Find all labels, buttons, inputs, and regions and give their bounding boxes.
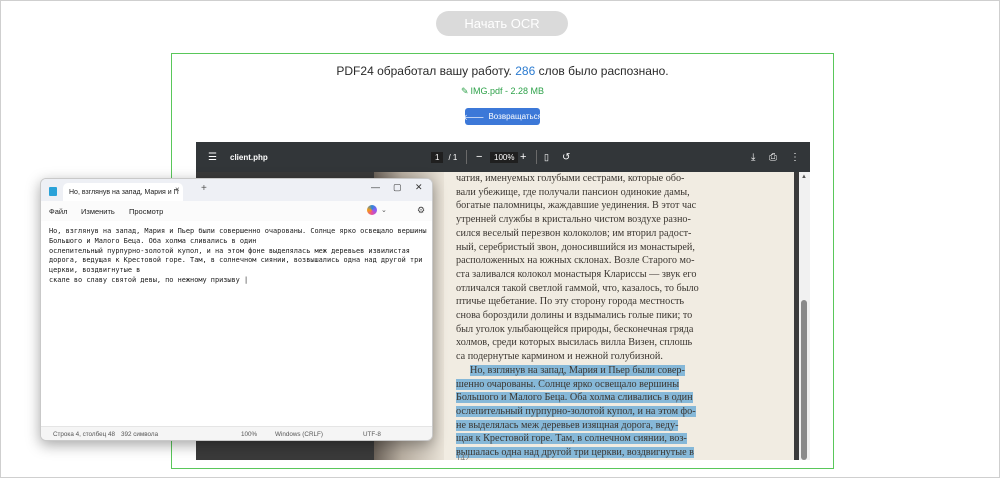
page-number: 142 (456, 453, 470, 460)
page-line: утренней службы в кристально чистом возд… (456, 214, 691, 226)
more-options-icon[interactable]: ⋮ (790, 142, 800, 172)
pdf-title: client.php (230, 152, 268, 162)
page-line: са подернутые кармином и нежной голубизн… (456, 351, 663, 363)
page-line: птичье щебетание. По эту сторону города … (456, 296, 685, 308)
notepad-line: скале во славу святой девы, по нежному п… (49, 275, 249, 284)
gear-icon[interactable]: ⚙ (417, 205, 425, 216)
pencil-icon: ✎ (460, 86, 469, 96)
page-line: чатия, именуемых голубыми сестрами, кото… (456, 173, 685, 184)
page-line: отличался такой светлой гаммой, что, каз… (456, 282, 699, 294)
notepad-text-area[interactable]: Но, взглянув на запад, Мария и Пьер были… (49, 227, 432, 286)
page-line-highlighted: щая к Крестовой горе. Там, в солнечном с… (456, 433, 687, 445)
page-line: вали убежище, где получали пансион одино… (456, 186, 690, 198)
line-ending: Windows (CRLF) (275, 431, 323, 438)
start-ocr-button[interactable]: Начать OCR (436, 11, 568, 36)
page-line: ста заливался колокол монастыря Клариссы… (456, 268, 697, 280)
menu-icon[interactable]: ☰ (208, 142, 217, 172)
page-line: сился веселый перезвон колоколов; им вто… (456, 227, 692, 239)
pdf-toolbar: ☰ client.php 1 / 1 − 100% + ▯ ↺ ⤓ ⎙ ⋮ (196, 142, 810, 172)
result-message: PDF24 обработал вашу работу. 286 слов бы… (336, 64, 669, 78)
zoom-status: 100% (241, 431, 258, 438)
print-icon[interactable]: ⎙ (769, 142, 777, 172)
zoom-out-icon[interactable]: − (476, 142, 482, 172)
scroll-thumb[interactable] (801, 300, 807, 460)
notepad-titlebar: Но, взглянув на запад, Мария и П × + — ▢… (41, 179, 432, 201)
encoding: UTF-8 (363, 431, 381, 438)
zoom-in-icon[interactable]: + (520, 142, 526, 172)
notepad-line: дорога, ведущая к Крестовой горе. Там, в… (49, 256, 423, 265)
minimize-icon[interactable]: — (371, 182, 380, 192)
page-line-highlighted: Но, взглянув на запад, Мария и Пьер были… (470, 364, 685, 376)
page-line-highlighted: не выделялась меж деревьев изящная дорог… (456, 419, 679, 431)
word-count: 286 (515, 64, 536, 78)
page-line-highlighted: Большого и Малого Беца. Оба холма сливал… (456, 392, 693, 404)
page-line: расположенных на южных склонах. Возле Ст… (456, 255, 695, 267)
notepad-line: Большого и Малого Беца. Оба холма сливал… (49, 236, 257, 245)
chevron-down-icon[interactable]: ⌄ (381, 206, 387, 214)
page-line: богатые паломницы, жаждавшие уединения. … (456, 200, 697, 212)
toolbar-divider (536, 150, 537, 164)
viewer-scrollbar[interactable]: ▲ (799, 172, 810, 460)
arrow-left-icon: 🡐 (463, 112, 485, 122)
copilot-icon[interactable] (367, 205, 377, 215)
page-line: холмов, среди которых высилась вилла Виз… (456, 337, 693, 349)
fit-page-icon[interactable]: ▯ (544, 142, 549, 172)
notepad-tab[interactable]: Но, взглянув на запад, Мария и П (63, 183, 183, 201)
notepad-line: церкви, воздвигнутые в (49, 266, 141, 275)
page-line-highlighted: ослепительный пурпурно-золотой купол, и … (456, 405, 696, 417)
cursor-position: Строка 4, столбец 48 (53, 431, 115, 438)
notepad-window: Но, взглянув на запад, Мария и П × + — ▢… (40, 178, 433, 441)
page-line-highlighted: вышалась одна над другой три церкви, воз… (456, 447, 694, 459)
notepad-line: Но, взглянув на запад, Мария и Пьер были… (49, 227, 427, 235)
page-line-highlighted: шенно очарованы. Солнце ярко освещало ве… (456, 378, 680, 390)
page-line: был уголок улыбающейся природы, бесконеч… (456, 323, 694, 335)
close-icon[interactable]: ✕ (415, 182, 423, 193)
tab-close-icon[interactable]: × (175, 185, 180, 194)
menu-file[interactable]: Файл (49, 207, 67, 216)
new-tab-icon[interactable]: + (201, 183, 207, 194)
notepad-statusbar: Строка 4, столбец 48 392 символа 100% Wi… (41, 426, 432, 440)
notepad-app-icon (49, 187, 57, 196)
page-input[interactable]: 1 (431, 151, 444, 163)
page-line: снова бороздили долины и вздымались голы… (456, 310, 693, 322)
scroll-up-icon[interactable]: ▲ (801, 174, 807, 180)
file-link[interactable]: ✎ IMG.pdf - 2.28 MB (172, 86, 833, 97)
zoom-level[interactable]: 100% (490, 142, 519, 172)
notepad-line: ослепительный пурпурно-золотой купол, и … (49, 246, 410, 255)
toolbar-divider (466, 150, 467, 164)
char-count: 392 символа (121, 431, 159, 438)
page-line: ный, серебристый звон, доносившийся из м… (456, 241, 695, 253)
back-button[interactable]: 🡐 Возвращаться (463, 108, 542, 125)
download-icon[interactable]: ⤓ (751, 142, 755, 172)
menu-view[interactable]: Просмотр (129, 207, 163, 216)
maximize-icon[interactable]: ▢ (393, 182, 402, 193)
page-text: чатия, именуемых голубыми сестрами, кото… (456, 172, 791, 460)
page-indicator: 1 / 1 (431, 142, 457, 172)
notepad-menubar: Файл Изменить Просмотр ⌄ ⚙ (41, 201, 432, 221)
menu-edit[interactable]: Изменить (81, 207, 115, 216)
rotate-icon[interactable]: ↺ (562, 142, 570, 172)
